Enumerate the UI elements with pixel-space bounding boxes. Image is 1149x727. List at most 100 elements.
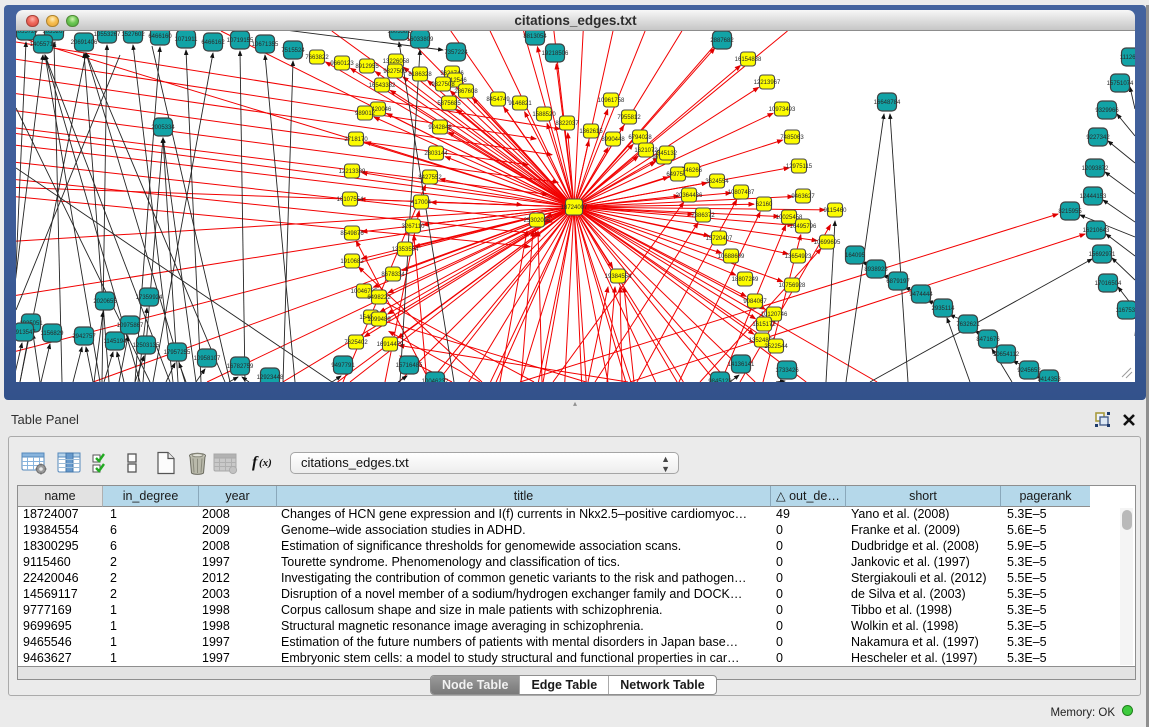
svg-text:10688609: 10688609 <box>718 254 745 260</box>
svg-text:6794028: 6794028 <box>628 135 652 141</box>
svg-text:9414353: 9414353 <box>1037 377 1061 382</box>
svg-text:7663822: 7663822 <box>305 55 329 61</box>
svg-text:2803144: 2803144 <box>424 151 448 157</box>
svg-text:1527602: 1527602 <box>121 32 145 38</box>
svg-text:417004: 417004 <box>411 200 432 206</box>
svg-text:10671355: 10671355 <box>252 42 279 48</box>
svg-text:16782759: 16782759 <box>227 364 254 370</box>
svg-text:7625402: 7625402 <box>344 340 368 346</box>
svg-text:1071911: 1071911 <box>175 37 199 43</box>
svg-text:989012: 989012 <box>355 111 376 117</box>
svg-text:2005334: 2005334 <box>151 125 175 131</box>
svg-text:2522544: 2522544 <box>764 344 788 350</box>
svg-text:16495796: 16495796 <box>790 224 817 230</box>
svg-text:16107554: 16107554 <box>337 197 364 203</box>
svg-text:6879197: 6879197 <box>886 279 910 285</box>
svg-text:1099489: 1099489 <box>367 317 391 323</box>
svg-text:17359924: 17359924 <box>136 295 163 301</box>
svg-text:2867608: 2867608 <box>454 89 478 95</box>
svg-text:8938923: 8938923 <box>864 267 888 273</box>
svg-text:16543382: 16543382 <box>369 83 396 89</box>
svg-text:2935114: 2935114 <box>932 306 956 312</box>
svg-text:12975115: 12975115 <box>786 164 813 170</box>
svg-text:15720407: 15720407 <box>706 236 733 242</box>
svg-text:20364436: 20364436 <box>676 193 703 199</box>
svg-text:12923448: 12923448 <box>257 375 284 381</box>
svg-text:16154838: 16154838 <box>735 57 762 63</box>
svg-text:2055724: 2055724 <box>16 31 38 35</box>
svg-text:19218506: 19218506 <box>542 51 569 57</box>
svg-text:8990448: 8990448 <box>601 137 625 143</box>
svg-text:8427552: 8427552 <box>418 175 442 181</box>
svg-text:9227342: 9227342 <box>1086 135 1110 141</box>
svg-text:1362615: 1362615 <box>579 129 603 135</box>
svg-text:9474444: 9474444 <box>909 292 933 298</box>
svg-text:(x): (x) <box>259 457 272 469</box>
svg-text:12213389: 12213389 <box>339 169 366 175</box>
svg-text:10958107: 10958107 <box>194 356 221 362</box>
svg-text:3624554: 3624554 <box>705 179 729 185</box>
svg-text:8186328: 8186328 <box>408 72 432 78</box>
svg-text:1156829: 1156829 <box>41 331 65 337</box>
svg-text:8471676: 8471676 <box>976 337 1000 343</box>
svg-text:9497791: 9497791 <box>331 363 355 369</box>
svg-text:8215955: 8215955 <box>1058 209 1082 215</box>
svg-text:19384554: 19384554 <box>605 274 632 280</box>
svg-text:6466160: 6466160 <box>148 34 172 40</box>
svg-text:8322037: 8322037 <box>555 121 579 127</box>
svg-text:1588520: 1588520 <box>532 112 556 118</box>
svg-text:62160: 62160 <box>756 202 773 208</box>
svg-text:9660123: 9660123 <box>330 61 354 67</box>
svg-text:12093872: 12093872 <box>1082 166 1109 172</box>
svg-text:12213967: 12213967 <box>754 80 781 86</box>
svg-text:1167534: 1167534 <box>1116 308 1135 314</box>
svg-text:9115460: 9115460 <box>824 208 848 214</box>
svg-text:9084067: 9084067 <box>743 299 767 305</box>
svg-text:5875685: 5875685 <box>437 101 461 107</box>
svg-text:10654112: 10654112 <box>993 352 1020 358</box>
svg-text:8678334: 8678334 <box>381 272 405 278</box>
svg-text:6466162: 6466162 <box>201 40 225 46</box>
svg-text:2887682: 2887682 <box>710 38 734 44</box>
svg-text:13353594: 13353594 <box>392 247 419 253</box>
svg-text:7357224: 7357224 <box>444 50 468 56</box>
svg-text:9146821: 9146821 <box>508 101 532 107</box>
svg-text:16914479: 16914479 <box>377 342 404 348</box>
svg-text:8549876: 8549876 <box>340 231 364 237</box>
svg-text:7386372: 7386372 <box>691 213 715 219</box>
svg-text:7485063: 7485063 <box>780 135 804 141</box>
svg-text:10756928: 10756928 <box>779 283 806 289</box>
svg-text:16648784: 16648784 <box>874 100 901 106</box>
svg-text:14055714: 14055714 <box>30 42 57 48</box>
svg-text:10807487: 10807487 <box>728 190 755 196</box>
svg-text:10553267: 10553267 <box>94 32 121 38</box>
svg-text:3913547: 3913547 <box>16 330 36 336</box>
svg-text:9327503: 9327503 <box>383 69 407 75</box>
svg-text:2942757: 2942757 <box>72 334 96 340</box>
svg-text:12444153: 12444153 <box>1080 194 1107 200</box>
svg-text:25302035: 25302035 <box>524 218 551 224</box>
svg-text:10961758: 10961758 <box>598 98 625 104</box>
svg-text:15692971: 15692971 <box>1089 252 1116 258</box>
svg-text:9327508: 9327508 <box>431 82 455 88</box>
svg-text:13654923: 13654923 <box>785 254 812 260</box>
svg-text:15751074: 15751074 <box>1107 81 1134 87</box>
svg-text:10699695: 10699695 <box>814 240 841 246</box>
svg-text:7515524: 7515524 <box>281 48 305 54</box>
svg-text:3267110: 3267110 <box>402 224 426 230</box>
svg-text:17016504: 17016504 <box>1095 281 1122 287</box>
svg-text:10973493: 10973493 <box>769 107 796 113</box>
svg-text:1145194: 1145194 <box>104 339 128 345</box>
svg-text:9245652: 9245652 <box>1017 368 1041 374</box>
svg-text:164095: 164095 <box>845 253 866 259</box>
svg-text:10975867: 10975867 <box>117 323 144 329</box>
svg-text:15716485: 15716485 <box>396 363 423 369</box>
svg-text:9329966: 9329966 <box>1095 108 1119 114</box>
svg-text:1733426: 1733426 <box>775 368 799 374</box>
svg-text:845132: 845132 <box>657 151 678 157</box>
svg-text:17957255: 17957255 <box>164 350 191 356</box>
svg-text:18724007: 18724007 <box>561 205 588 211</box>
svg-text:12503135: 12503135 <box>133 343 160 349</box>
svg-text:6498222: 6498222 <box>367 295 391 301</box>
svg-text:10046232: 10046232 <box>422 379 449 382</box>
